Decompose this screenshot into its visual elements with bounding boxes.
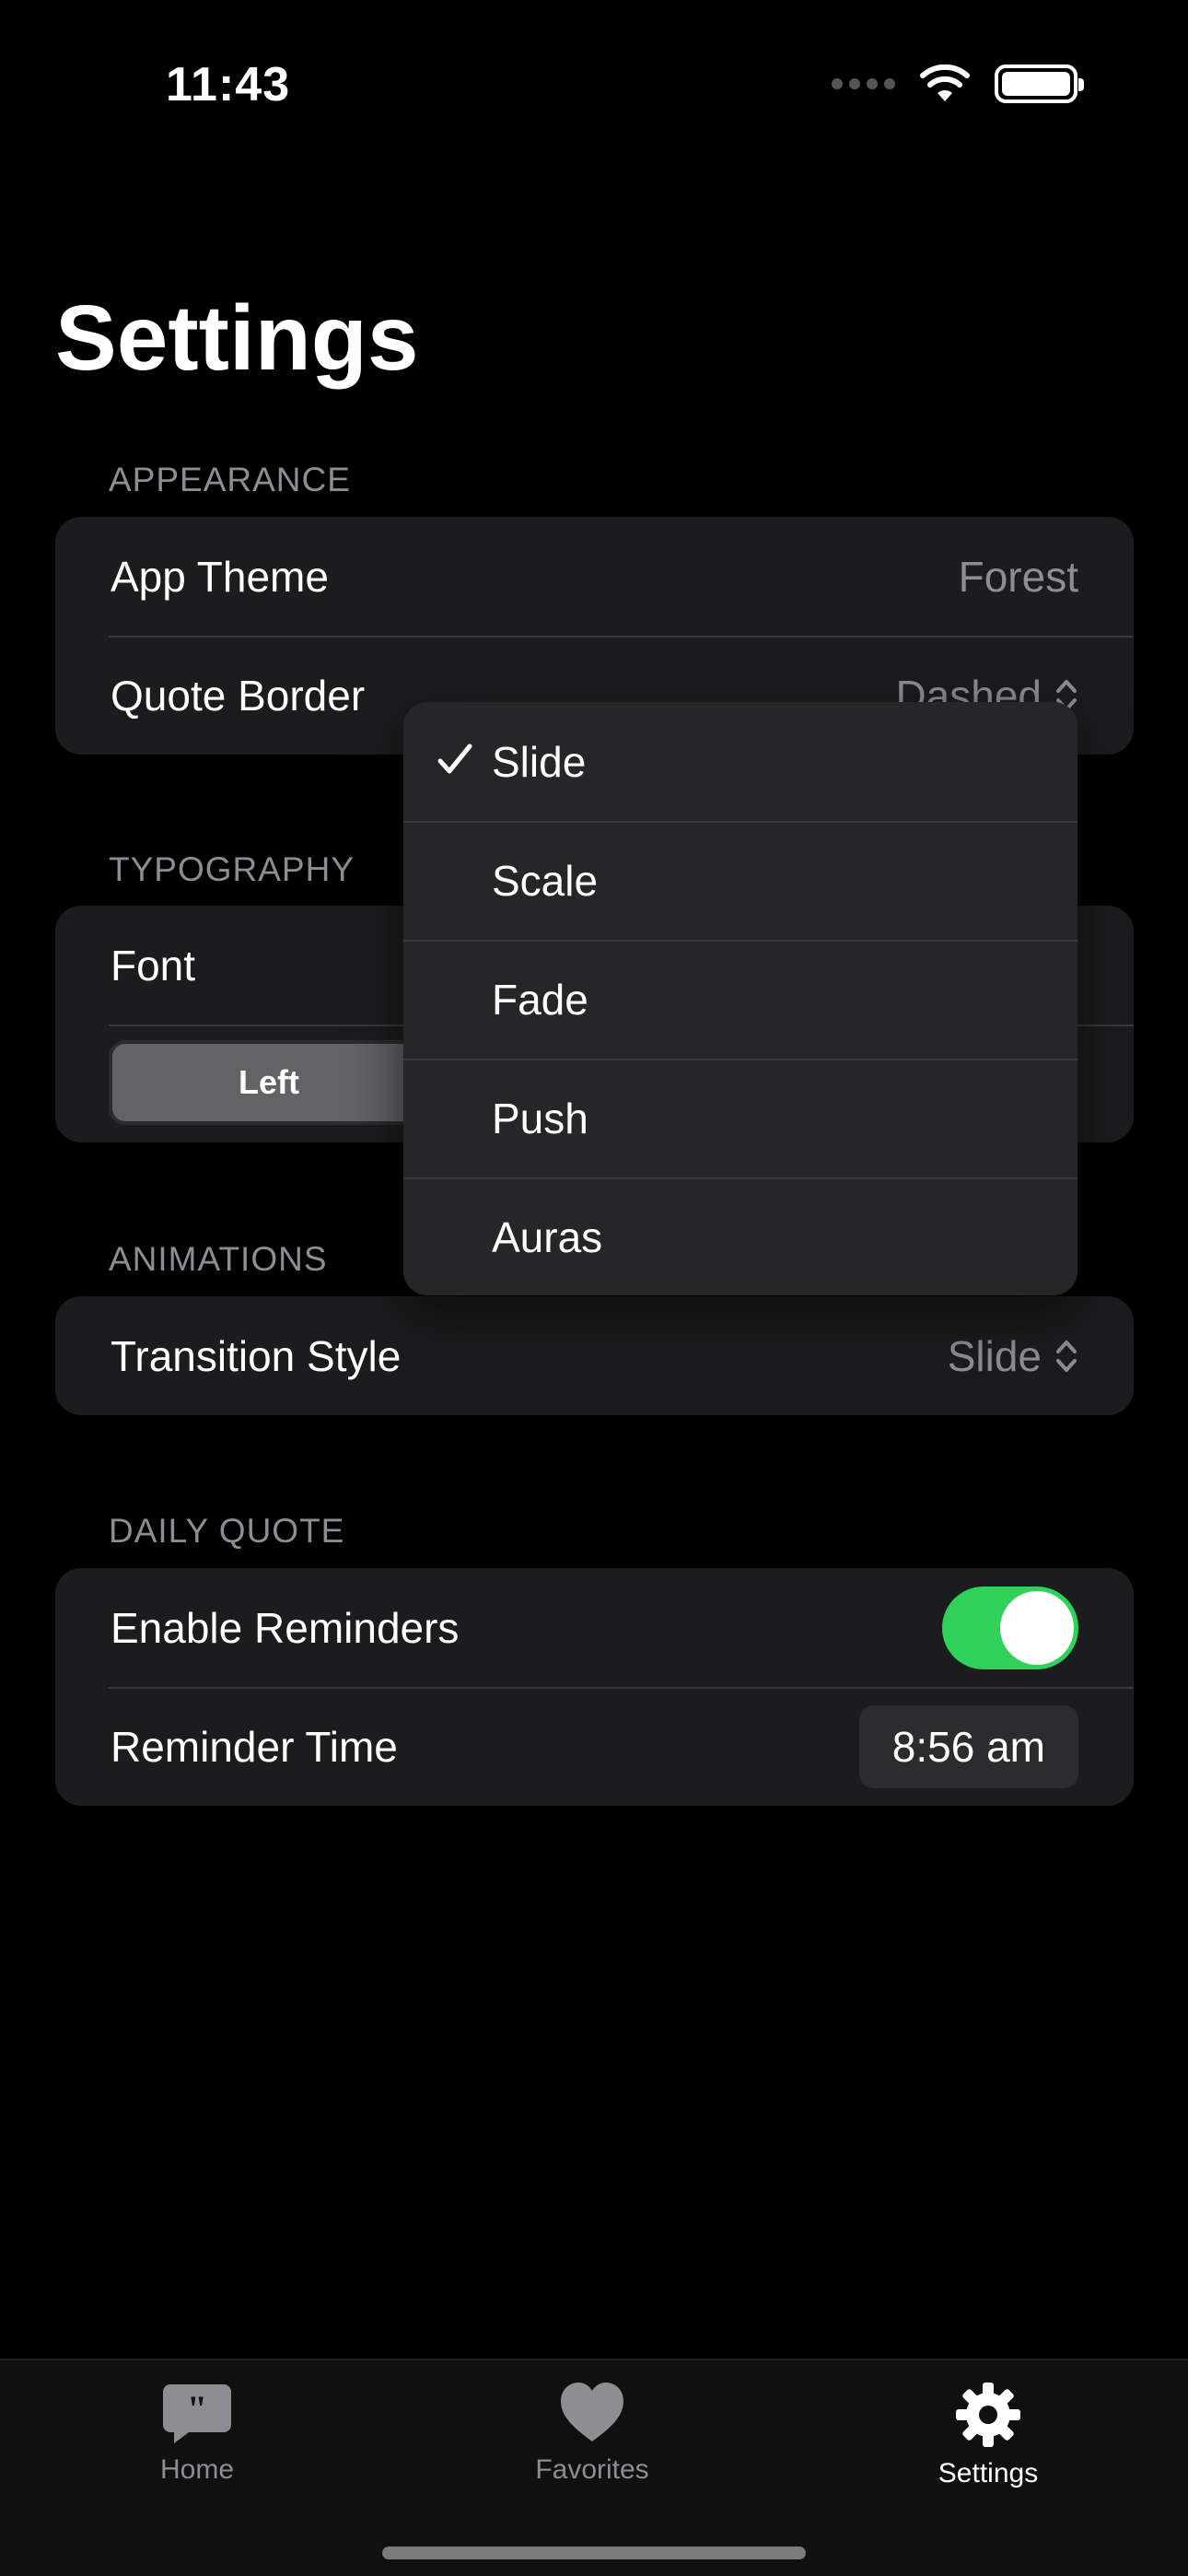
menu-option-label: Scale — [492, 856, 599, 905]
reminder-time-row: Reminder Time 8:56 am — [55, 1687, 1134, 1806]
font-label: Font — [111, 941, 196, 989]
app-theme-value[interactable]: Forest — [959, 552, 1078, 602]
alignment-segment-left[interactable]: Left — [112, 1044, 425, 1121]
tab-favorites[interactable]: Favorites — [472, 2381, 712, 2486]
checkmark-icon — [437, 744, 472, 774]
menu-option-auras[interactable]: Auras — [403, 1177, 1077, 1295]
chevron-up-down-icon — [1056, 1340, 1077, 1372]
daily-quote-section-header: DAILY QUOTE — [109, 1512, 345, 1550]
typography-section-header: TYPOGRAPHY — [109, 850, 355, 888]
transition-style-label: Transition Style — [111, 1331, 402, 1380]
reminder-time-picker[interactable]: 8:56 am — [858, 1704, 1078, 1788]
appearance-section-header: APPEARANCE — [109, 461, 351, 498]
menu-option-label: Fade — [492, 975, 588, 1024]
quote-border-label: Quote Border — [111, 671, 366, 720]
reminder-time-label: Reminder Time — [111, 1722, 398, 1771]
transition-style-picker[interactable]: Slide — [948, 1331, 1078, 1381]
battery-icon — [995, 64, 1084, 103]
animations-section-header: ANIMATIONS — [109, 1240, 328, 1278]
tab-settings[interactable]: Settings — [868, 2381, 1108, 2489]
tab-settings-label: Settings — [938, 2458, 1039, 2488]
page-title: Settings — [55, 287, 419, 390]
menu-option-slide[interactable]: Slide — [403, 702, 1077, 821]
menu-option-label: Push — [492, 1094, 588, 1142]
menu-option-label: Auras — [492, 1212, 603, 1261]
tab-bar: " Home Favorites Settings — [0, 2359, 1188, 2576]
wifi-icon — [920, 64, 970, 101]
app-theme-label: App Theme — [111, 552, 329, 601]
menu-option-push[interactable]: Push — [403, 1059, 1077, 1177]
status-time: 11:43 — [166, 58, 291, 111]
animations-group: Transition Style Slide — [55, 1296, 1134, 1415]
enable-reminders-toggle[interactable] — [942, 1586, 1078, 1669]
app-theme-row[interactable]: App Theme Forest — [55, 517, 1134, 636]
daily-quote-group: Enable Reminders Reminder Time 8:56 am — [55, 1568, 1134, 1806]
quote-bubble-icon: " — [163, 2384, 231, 2443]
enable-reminders-row: Enable Reminders — [55, 1568, 1134, 1687]
tab-home[interactable]: " Home — [77, 2381, 317, 2486]
heart-icon — [561, 2383, 623, 2441]
transition-style-value: Slide — [947, 1331, 1042, 1380]
tab-home-label: Home — [159, 2454, 235, 2485]
tab-favorites-label: Favorites — [535, 2454, 649, 2485]
enable-reminders-label: Enable Reminders — [111, 1603, 460, 1652]
status-icons — [832, 64, 1084, 103]
gear-icon — [956, 2383, 1020, 2447]
cellular-signal-icon — [832, 78, 895, 89]
menu-option-label: Slide — [492, 737, 587, 786]
menu-option-scale[interactable]: Scale — [403, 821, 1077, 940]
svg-text:": " — [187, 2388, 207, 2430]
transition-style-row[interactable]: Transition Style Slide — [55, 1296, 1134, 1415]
home-indicator[interactable] — [382, 2547, 806, 2559]
menu-option-fade[interactable]: Fade — [403, 940, 1077, 1059]
transition-style-menu: Slide Scale Fade Push Auras — [403, 702, 1077, 1295]
